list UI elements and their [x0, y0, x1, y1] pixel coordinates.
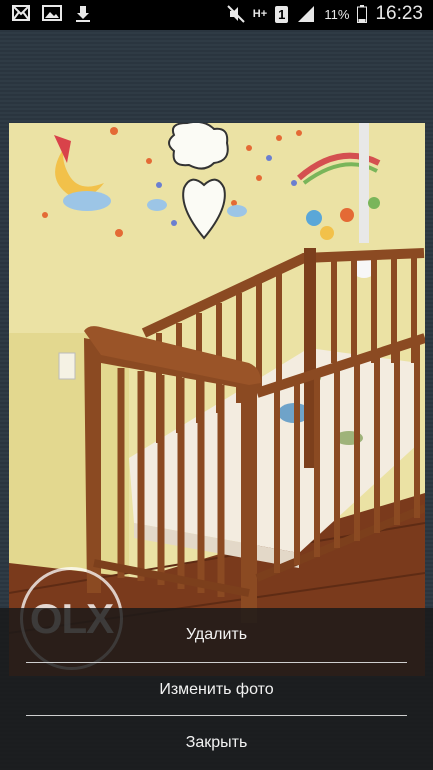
photo-action-sheet: Удалить Изменить фото Закрыть [0, 608, 433, 770]
status-bar: H+ 1 11% 16:23 [0, 0, 433, 30]
clock: 16:23 [375, 3, 423, 24]
battery-percent: 11% [324, 6, 350, 22]
network-icon: H+ [252, 8, 268, 20]
mail-icon [12, 5, 30, 21]
delete-button[interactable]: Удалить [0, 608, 433, 662]
mute-icon [227, 5, 245, 23]
change-photo-button[interactable]: Изменить фото [0, 663, 433, 717]
download-icon [76, 6, 90, 22]
image-icon [42, 5, 62, 21]
battery-icon [357, 5, 368, 23]
sim-icon: 1 [275, 5, 289, 23]
close-button[interactable]: Закрыть [0, 716, 433, 770]
signal-icon [298, 6, 315, 22]
